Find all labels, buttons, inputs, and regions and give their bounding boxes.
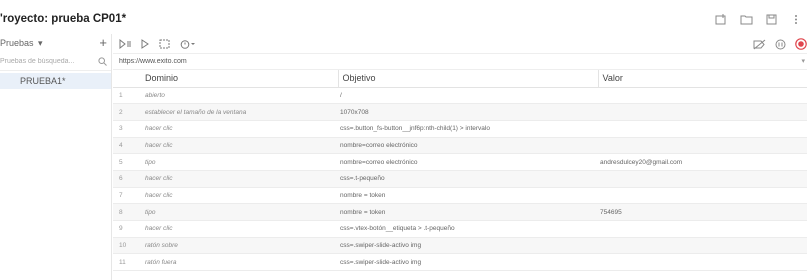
row-value xyxy=(598,237,807,255)
row-target: nombre = token xyxy=(338,187,598,205)
table-row[interactable]: 2 establecer el tamaño de la ventana 107… xyxy=(113,103,807,121)
row-target: nombre = token xyxy=(338,203,598,221)
table-row[interactable]: 8 tipo nombre = token 754695 xyxy=(113,203,807,221)
row-number: 3 xyxy=(113,120,131,138)
row-value xyxy=(598,253,807,272)
row-value xyxy=(598,103,807,121)
chevron-down-icon[interactable]: ▾ xyxy=(801,57,805,65)
row-number: 7 xyxy=(113,187,131,205)
row-target: nombre=correo electrónico xyxy=(338,137,598,155)
table-row[interactable]: 9 hacer clic css=.vtex-botón__etiqueta >… xyxy=(113,220,807,238)
row-command: establecer el tamaño de la ventana xyxy=(131,103,338,121)
row-target: css=.swiper-slide-activo img xyxy=(338,253,598,272)
commands-table: Dominio Objetivo Valor 1 abierto / 2 est… xyxy=(113,70,807,272)
row-value xyxy=(598,87,807,105)
run-all-tests-icon[interactable] xyxy=(119,38,131,49)
row-value xyxy=(598,170,807,188)
row-command: hacer clic xyxy=(131,120,338,138)
test-search xyxy=(0,53,111,71)
table-row[interactable]: 1 abierto / xyxy=(113,87,807,105)
row-target: css=.swiper-slide-activo img xyxy=(338,237,598,255)
header-target: Objetivo xyxy=(337,70,598,88)
header-number xyxy=(113,70,131,88)
row-target: css=.button_fs-button__jnf6p:nth-child(1… xyxy=(338,120,598,138)
row-target: nombre=correo electrónico xyxy=(338,153,598,171)
row-number: 10 xyxy=(113,237,131,255)
row-value xyxy=(598,120,807,138)
row-command: hacer clic xyxy=(131,220,338,238)
more-menu-icon[interactable] xyxy=(789,13,803,25)
row-number: 1 xyxy=(113,87,131,105)
row-number: 4 xyxy=(113,137,131,155)
test-item-prueba1[interactable]: PRUEBA1* xyxy=(0,73,111,89)
base-url-input[interactable] xyxy=(113,58,763,65)
header-command: Dominio xyxy=(131,70,338,88)
test-search-input[interactable] xyxy=(0,58,82,65)
base-url-bar: ▾ xyxy=(113,53,807,70)
table-row[interactable]: 11 ratón fuera css=.swiper-slide-activo … xyxy=(113,253,807,272)
chevron-down-icon: ▾ xyxy=(37,38,43,48)
header-value: Valor xyxy=(597,70,807,88)
save-icon[interactable] xyxy=(764,13,778,25)
row-command: tipo xyxy=(131,203,338,221)
window-icons xyxy=(714,13,803,25)
row-command: abierto xyxy=(131,87,338,105)
row-command: hacer clic xyxy=(131,137,338,155)
table-row[interactable]: 10 ratón sobre css=.swiper-slide-activo … xyxy=(113,237,807,255)
run-test-icon[interactable] xyxy=(141,38,149,49)
suites-dropdown[interactable]: Pruebas ▾ xyxy=(0,33,43,51)
open-folder-icon[interactable] xyxy=(739,13,753,25)
row-value: andresdulcey20@gmail.com xyxy=(598,153,807,171)
row-number: 2 xyxy=(113,103,131,121)
table-row[interactable]: 4 hacer clic nombre=correo electrónico xyxy=(113,137,807,155)
tests-panel: Pruebas ▾ + PRUEBA1* xyxy=(0,34,112,280)
step-over-icon[interactable] xyxy=(159,39,170,49)
table-row[interactable]: 6 hacer clic css=.t-pequeño xyxy=(113,170,807,188)
row-number: 8 xyxy=(113,203,131,221)
suites-header: Pruebas ▾ + xyxy=(0,34,111,50)
speed-timer-icon[interactable] xyxy=(180,39,195,49)
row-value xyxy=(598,220,807,238)
row-number: 9 xyxy=(113,220,131,238)
table-row[interactable]: 3 hacer clic css=.button_fs-button__jnf6… xyxy=(113,120,807,138)
row-value: 754695 xyxy=(598,203,807,221)
table-row[interactable]: 7 hacer clic nombre = token xyxy=(113,187,807,205)
row-target: css=.vtex-botón__etiqueta > .t-pequeño xyxy=(338,220,598,238)
row-value xyxy=(598,187,807,205)
table-row[interactable]: 5 tipo nombre=correo electrónico andresd… xyxy=(113,153,807,171)
row-number: 6 xyxy=(113,170,131,188)
row-number: 11 xyxy=(113,253,131,272)
row-command: tipo xyxy=(131,153,338,171)
row-target: / xyxy=(338,87,598,105)
search-icon xyxy=(98,53,107,71)
row-command: hacer clic xyxy=(131,187,338,205)
row-target: 1070x708 xyxy=(338,103,598,121)
row-command: ratón sobre xyxy=(131,237,338,255)
row-command: ratón fuera xyxy=(131,253,338,272)
title-bar: 'royecto: prueba CP01* xyxy=(0,0,807,34)
suites-dropdown-label: Pruebas xyxy=(0,38,34,48)
toolbar xyxy=(113,34,807,53)
row-command: hacer clic xyxy=(131,170,338,188)
row-value xyxy=(598,137,807,155)
row-number: 5 xyxy=(113,153,131,171)
project-title: 'royecto: prueba CP01* xyxy=(0,13,127,25)
new-project-icon[interactable] xyxy=(714,13,728,25)
row-target: css=.t-pequeño xyxy=(338,170,598,188)
add-test-button[interactable]: + xyxy=(99,36,107,49)
table-header-row: Dominio Objetivo Valor xyxy=(113,70,807,88)
